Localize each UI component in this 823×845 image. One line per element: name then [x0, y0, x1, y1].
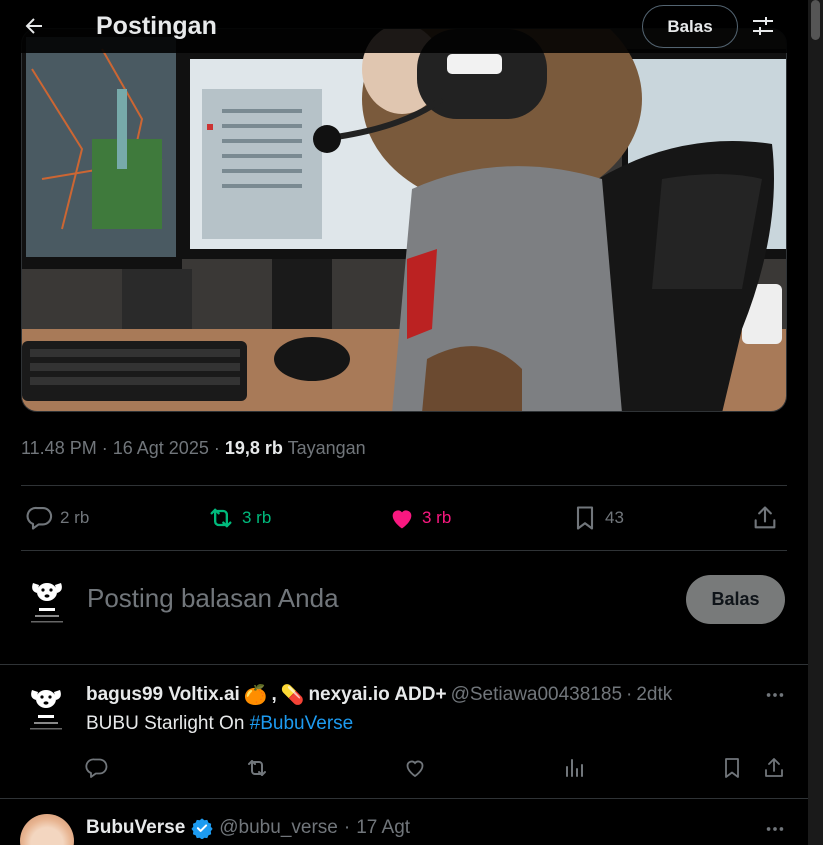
like-action[interactable]: 3 rb: [388, 504, 451, 532]
bubuverse-avatar[interactable]: [20, 814, 74, 845]
post-meta: 11.48 PM · 16 Agt 2025 · 19,8 rb Tayanga…: [21, 438, 366, 458]
reply-input[interactable]: Posting balasan Anda: [87, 583, 339, 614]
bookmark-icon: [576, 506, 594, 530]
reply-analytics-icon[interactable]: [562, 756, 586, 780]
reply-post[interactable]: bagus99 Voltix.ai 🍊, 💊 nexyai.io ADD+ @Se…: [0, 664, 808, 798]
next-post-name: BubuVerse: [86, 817, 186, 838]
top-bar: Postingan Balas: [0, 0, 808, 53]
reply-text: BUBU Starlight On #BubuVerse: [86, 713, 354, 734]
share-action[interactable]: [751, 504, 779, 532]
post-action-bar: 2 rb 3 rb 3 rb 43: [21, 486, 787, 550]
reply-comment-icon[interactable]: [85, 756, 109, 780]
hashtag-link[interactable]: #BubuVerse: [250, 713, 354, 734]
next-post-date[interactable]: 17 Agt: [356, 817, 410, 839]
reply-author[interactable]: bagus99 Voltix.ai 🍊, 💊 nexyai.io ADD+ @Se…: [86, 683, 672, 707]
reply-submit-button[interactable]: Balas: [686, 575, 785, 624]
reply-time[interactable]: 2dtk: [636, 684, 672, 706]
bookmark-count: 43: [605, 508, 624, 527]
views-label: Tayangan: [287, 438, 366, 458]
reply-handle: @Setiawa00438185: [450, 684, 623, 705]
repost-action[interactable]: 3 rb: [206, 504, 271, 532]
next-post-handle: @bubu_verse: [219, 817, 338, 838]
user-avatar[interactable]: [21, 575, 73, 627]
next-post[interactable]: BubuVerse @bubu_verse · 17 Agt: [0, 798, 808, 845]
views-count: 19,8 rb: [224, 438, 283, 458]
orange-emoji: 🍊: [243, 685, 268, 706]
bookmark-action[interactable]: 43: [571, 504, 624, 532]
sliders-icon: [753, 17, 773, 35]
more-horizontal-icon: [766, 693, 784, 697]
scrollbar-thumb[interactable]: [811, 0, 820, 40]
more-horizontal-icon: [766, 827, 784, 831]
like-count: 3 rb: [422, 508, 452, 527]
filter-button[interactable]: [745, 8, 781, 44]
post-time[interactable]: 11.48 PM: [21, 438, 97, 458]
reply-composer: Posting balasan Anda Balas: [21, 565, 787, 637]
reply-count: 2 rb: [60, 508, 90, 527]
heart-icon: [392, 510, 412, 529]
reply-author-name-part1: bagus99 Voltix.ai: [86, 684, 240, 705]
reply-action[interactable]: 2 rb: [26, 504, 89, 532]
reply-header-button[interactable]: Balas: [642, 5, 738, 48]
next-post-more-button[interactable]: [763, 817, 787, 841]
repost-count: 3 rb: [242, 508, 272, 527]
reply-repost-icon[interactable]: [244, 756, 270, 780]
next-post-author[interactable]: BubuVerse @bubu_verse · 17 Agt: [86, 817, 410, 839]
pill-emoji: 💊: [280, 685, 305, 706]
comment-icon: [26, 506, 53, 530]
media-illustration: [22, 29, 786, 411]
verified-badge-icon: [191, 818, 213, 839]
reply-bookmark-icon[interactable]: [720, 756, 744, 780]
reply-author-name-part2: nexyai.io ADD+: [308, 684, 447, 705]
post-date[interactable]: 16 Agt 2025: [113, 438, 209, 458]
reply-share-icon[interactable]: [762, 756, 786, 780]
repost-icon: [210, 508, 232, 528]
back-button[interactable]: [14, 8, 54, 44]
reply-heart-icon[interactable]: [403, 756, 427, 780]
reply-avatar[interactable]: [20, 682, 72, 734]
post-media-image[interactable]: [21, 28, 787, 412]
arrow-left-icon: [25, 18, 42, 34]
scrollbar[interactable]: [808, 0, 823, 845]
share-icon: [754, 506, 776, 529]
reply-more-button[interactable]: [763, 683, 787, 707]
divider: [21, 550, 787, 551]
page-title: Postingan: [96, 12, 217, 40]
